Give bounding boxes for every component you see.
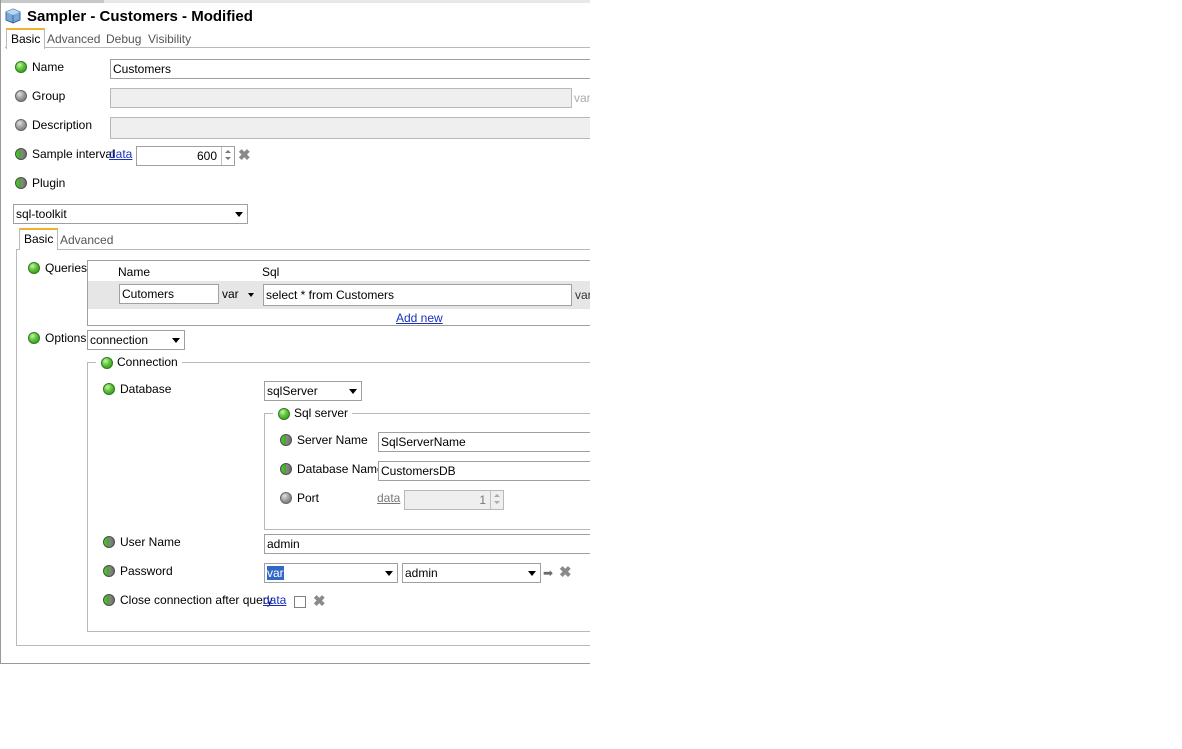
chevron-down-icon <box>349 389 357 394</box>
server-name-label: Server Name <box>297 433 368 447</box>
sql-server-legend-label: Sql server <box>294 406 349 420</box>
options-select[interactable]: connection <box>87 330 185 350</box>
status-indicator-icon <box>103 565 115 577</box>
table-row: Cutomers var select * from Customers var <box>88 281 590 309</box>
query-sql-input[interactable]: select * from Customers <box>263 284 572 306</box>
sql-server-legend: Sql server <box>273 406 353 420</box>
chevron-down-icon <box>235 212 243 217</box>
status-indicator-icon <box>103 536 115 548</box>
status-indicator-icon <box>101 357 113 369</box>
chevron-down-icon <box>528 571 536 576</box>
status-indicator-icon <box>15 148 27 160</box>
database-label: Database <box>120 382 172 396</box>
status-indicator-icon <box>28 262 40 274</box>
port-value: 1 <box>479 493 486 507</box>
status-indicator-icon <box>15 177 27 189</box>
close-connection-data-link[interactable]: data <box>263 593 286 607</box>
column-header-name: Name <box>118 265 151 279</box>
password-value: admin <box>405 566 438 580</box>
tab-debug[interactable]: Debug <box>102 30 145 48</box>
status-indicator-icon <box>15 90 27 102</box>
window-title: Sampler - Customers - Modified <box>27 8 253 25</box>
status-indicator-icon <box>103 383 115 395</box>
database-name-label: Database Name <box>297 462 384 476</box>
password-type-value: var <box>267 566 284 580</box>
port-data-link[interactable]: data <box>377 491 400 505</box>
status-indicator-icon <box>28 332 40 344</box>
clear-icon[interactable]: ✖ <box>313 594 326 609</box>
close-connection-checkbox[interactable] <box>294 596 306 608</box>
database-name-input[interactable]: CustomersDB <box>378 461 590 481</box>
options-select-value: connection <box>90 333 149 347</box>
database-select-value: sqlServer <box>267 384 318 398</box>
status-indicator-icon <box>280 463 292 475</box>
options-label: Options <box>45 331 87 345</box>
plugin-tab-advanced[interactable]: Advanced <box>56 231 117 249</box>
user-name-label: User Name <box>120 535 181 549</box>
spinner[interactable] <box>221 147 234 165</box>
spinner[interactable] <box>490 491 503 509</box>
user-name-input[interactable]: admin <box>264 534 590 554</box>
password-value-select[interactable]: admin <box>402 563 541 583</box>
sampler-icon <box>5 8 21 24</box>
plugin-select-value: sql-toolkit <box>16 207 67 221</box>
password-label: Password <box>120 564 173 578</box>
status-indicator-icon <box>280 434 292 446</box>
sample-interval-value: 600 <box>196 149 217 163</box>
queries-table: Name Sql Cutomers var select * from Cust… <box>87 260 590 326</box>
tab-basic[interactable]: Basic <box>6 28 46 49</box>
query-sql-var-label[interactable]: var <box>575 288 590 302</box>
group-var-label[interactable]: var <box>574 91 590 105</box>
description-label: Description <box>32 118 93 132</box>
connection-legend: Connection <box>96 355 182 369</box>
sample-interval-input[interactable]: 600 <box>136 146 235 166</box>
plugin-select[interactable]: sql-toolkit <box>13 204 248 224</box>
chevron-down-icon <box>172 338 180 343</box>
port-label: Port <box>297 491 320 505</box>
plugin-label: Plugin <box>32 176 66 190</box>
sampler-panel: Sampler - Customers - Modified Basic Adv… <box>0 0 590 664</box>
status-indicator-icon <box>103 594 115 606</box>
chevron-down-icon <box>385 571 393 576</box>
description-input[interactable] <box>110 117 590 139</box>
status-indicator-icon <box>278 408 290 420</box>
database-select[interactable]: sqlServer <box>264 381 362 401</box>
tab-advanced[interactable]: Advanced <box>43 30 104 48</box>
top-strip <box>1 0 590 3</box>
name-input[interactable]: Customers <box>110 59 590 79</box>
plugin-tab-basic[interactable]: Basic <box>19 228 59 250</box>
close-connection-label: Close connection after query <box>120 593 273 607</box>
status-indicator-icon <box>15 119 27 131</box>
add-new-link[interactable]: Add new <box>396 311 443 325</box>
status-indicator-icon <box>280 492 292 504</box>
group-input[interactable] <box>110 88 572 108</box>
group-label: Group <box>32 89 66 103</box>
chevron-down-icon <box>248 293 254 297</box>
sample-interval-data-link[interactable]: data <box>109 147 132 161</box>
status-indicator-icon <box>15 61 27 73</box>
name-label: Name <box>32 60 65 74</box>
port-input[interactable]: 1 <box>404 490 504 510</box>
column-header-sql: Sql <box>262 265 280 279</box>
clear-icon[interactable]: ✖ <box>559 565 572 580</box>
password-type-select[interactable]: var <box>264 563 398 583</box>
connection-legend-label: Connection <box>117 355 178 369</box>
clear-icon[interactable]: ✖ <box>238 148 251 163</box>
server-name-input[interactable]: SqlServerName <box>378 432 590 452</box>
arrow-right-icon[interactable]: ➡ <box>543 566 553 580</box>
sample-interval-label: Sample interval <box>32 147 115 161</box>
tab-visibility[interactable]: Visibility <box>144 30 195 48</box>
query-type-select[interactable]: var <box>222 287 239 301</box>
query-name-input[interactable]: Cutomers <box>119 284 219 304</box>
queries-label: Queries <box>45 261 88 275</box>
